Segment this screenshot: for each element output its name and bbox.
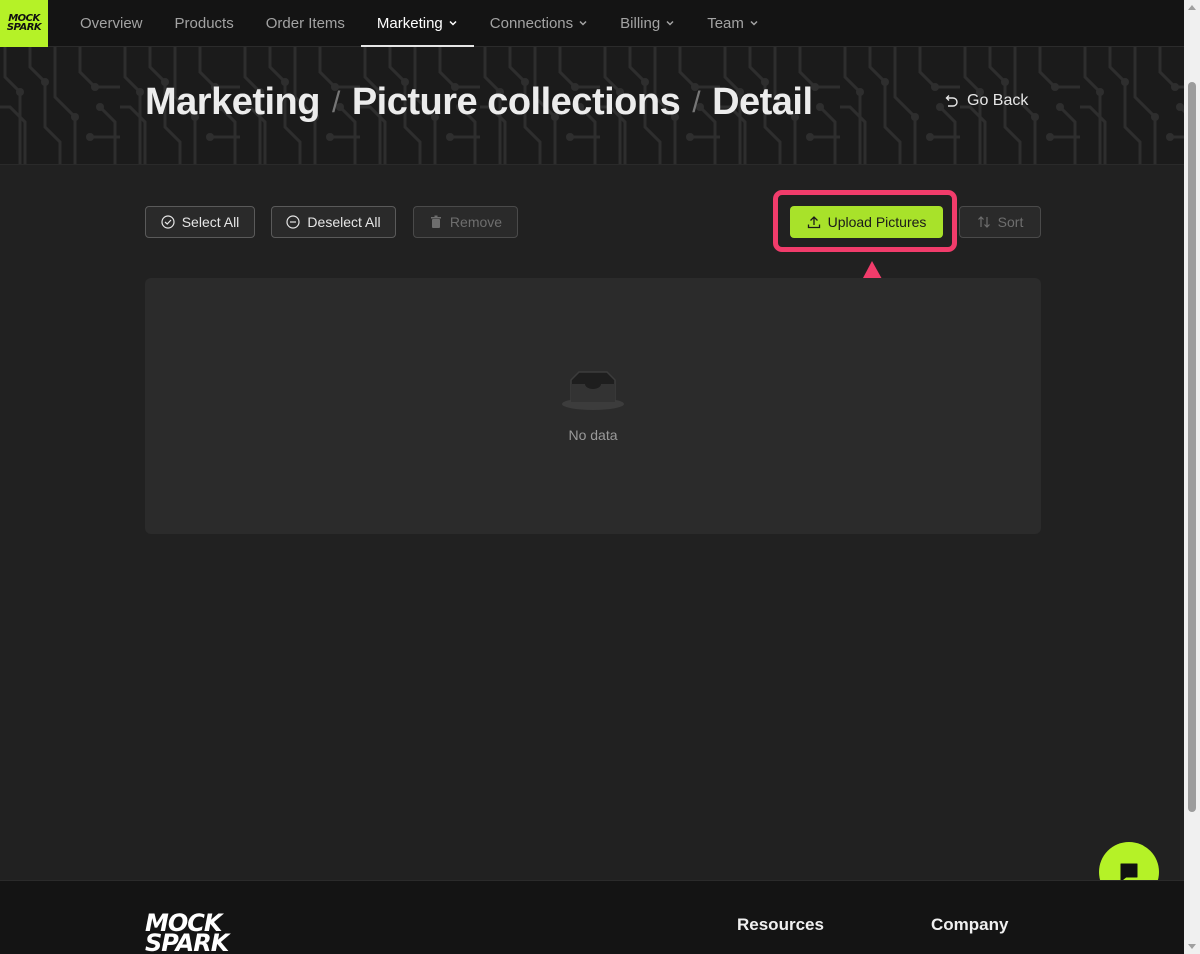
nav-item-products[interactable]: Products: [159, 0, 250, 47]
empty-inbox-icon: [562, 371, 624, 410]
select-all-button[interactable]: Select All: [145, 206, 255, 238]
breadcrumb-picture-collections[interactable]: Picture collections: [352, 81, 681, 124]
footer-heading-company: Company: [931, 915, 1009, 934]
nav-item-label: Overview: [80, 14, 143, 32]
pictures-grid: No data: [145, 278, 1041, 534]
select-all-label: Select All: [181, 214, 240, 230]
brand-logo[interactable]: MOCK SPARK: [0, 0, 48, 47]
breadcrumb-separator: /: [331, 85, 340, 119]
logo-line2: SPARK: [6, 22, 42, 33]
nav-item-connections[interactable]: Connections: [474, 0, 604, 47]
remove-button[interactable]: Remove: [413, 206, 518, 238]
nav-item-billing[interactable]: Billing: [604, 0, 691, 47]
nav-item-label: Team: [707, 14, 744, 32]
nav-item-label: Marketing: [376, 14, 443, 32]
minus-circle-icon: [286, 215, 301, 229]
check-circle-icon: [161, 215, 175, 229]
nav-item-label: Connections: [489, 14, 574, 32]
trash-icon: [430, 215, 441, 228]
nav-items: Overview Products Order Items Marketing …: [64, 0, 775, 47]
scroll-up-arrow-icon[interactable]: [1188, 5, 1196, 10]
breadcrumb: Marketing / Picture collections / Detail: [145, 81, 813, 124]
footer-logo-line2: SPARK: [145, 929, 229, 954]
chevron-down-icon: [750, 20, 758, 26]
nav-item-label: Order Items: [265, 14, 345, 32]
scroll-down-arrow-icon[interactable]: [1188, 944, 1196, 949]
nav-item-team[interactable]: Team: [691, 0, 775, 47]
deselect-all-label: Deselect All: [307, 214, 381, 230]
vertical-scrollbar[interactable]: [1184, 0, 1200, 954]
nav-item-marketing[interactable]: Marketing: [360, 0, 474, 47]
nav-item-label: Billing: [620, 14, 661, 32]
top-navigation: MOCK SPARK Overview Products Order Items…: [0, 0, 1184, 47]
go-back-button[interactable]: Go Back: [943, 92, 1028, 110]
chevron-down-icon: [449, 20, 457, 26]
annotation-highlight-box: [773, 190, 957, 252]
undo-arrow-icon: [945, 95, 958, 107]
go-back-label: Go Back: [967, 92, 1029, 109]
deselect-all-button[interactable]: Deselect All: [271, 206, 396, 238]
sort-arrows-icon: [977, 216, 990, 228]
nav-item-label: Products: [174, 14, 234, 32]
footer: MOCK SPARK Resources Company: [0, 880, 1184, 954]
footer-heading-resources: Resources: [737, 915, 824, 934]
page-header: Marketing / Picture collections / Detail…: [0, 47, 1184, 165]
sort-label: Sort: [997, 214, 1024, 230]
scrollbar-thumb[interactable]: [1188, 82, 1196, 812]
nav-item-order-items[interactable]: Order Items: [250, 0, 361, 47]
empty-state: No data: [145, 370, 1041, 443]
chevron-down-icon: [666, 20, 674, 26]
breadcrumb-separator: /: [692, 85, 701, 119]
nav-item-overview[interactable]: Overview: [64, 0, 159, 47]
empty-text: No data: [568, 427, 618, 443]
breadcrumb-detail: Detail: [712, 81, 813, 123]
chevron-down-icon: [579, 20, 587, 26]
footer-logo[interactable]: MOCK SPARK: [145, 911, 229, 954]
sort-button[interactable]: Sort: [959, 206, 1041, 238]
remove-label: Remove: [449, 214, 503, 230]
breadcrumb-marketing[interactable]: Marketing: [145, 81, 320, 124]
